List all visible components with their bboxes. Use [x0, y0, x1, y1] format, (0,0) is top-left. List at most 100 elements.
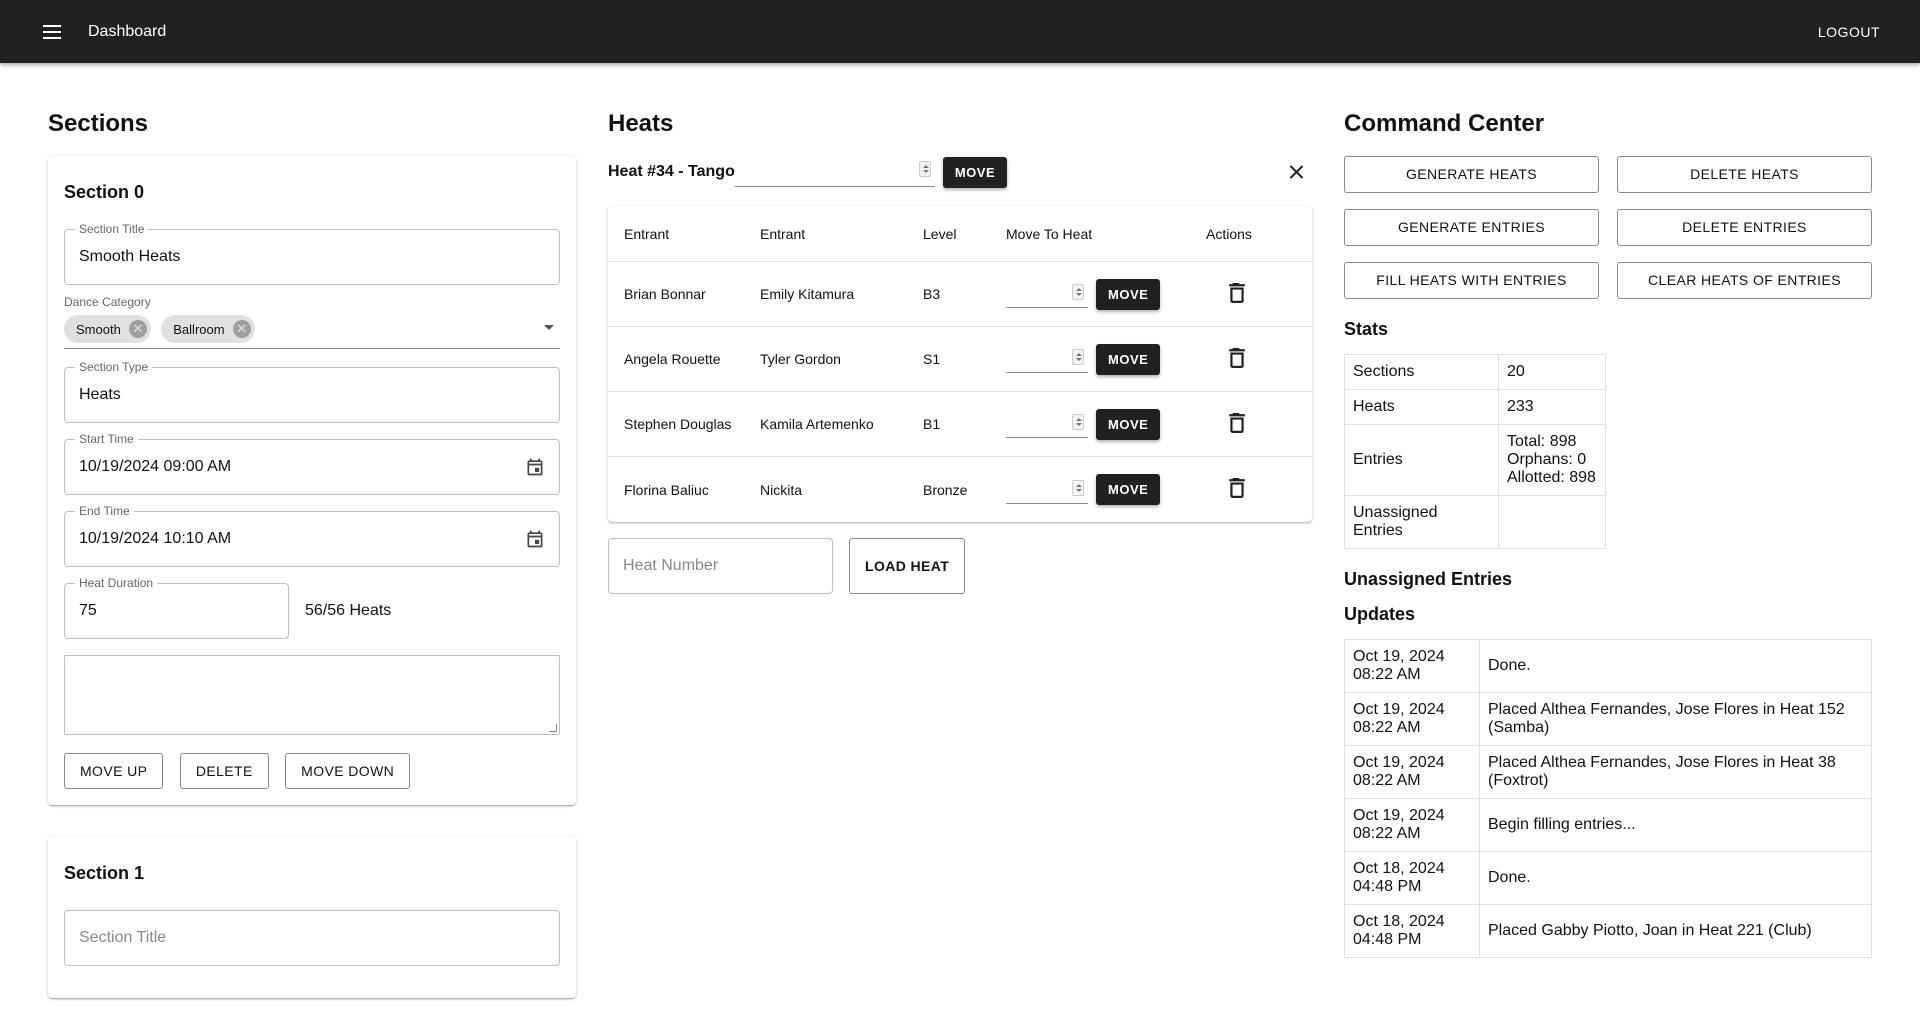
move-to-heat-input[interactable]: [1006, 410, 1088, 438]
actions-cell: [1206, 347, 1312, 371]
logout-button[interactable]: LOGOUT: [1818, 24, 1880, 40]
heats-count: 56/56 Heats: [305, 602, 392, 619]
delete-button[interactable]: DELETE: [179, 753, 269, 789]
table-row: Florina Baliuc Nickita Bronze MOVE: [608, 457, 1312, 522]
load-heat-button[interactable]: LOAD HEAT: [849, 538, 966, 594]
load-heat-row: Heat Number LOAD HEAT: [608, 538, 1312, 594]
section-heading: Section 1: [64, 863, 145, 883]
section-title-placeholder: Section Title: [79, 929, 167, 946]
chip-remove-icon[interactable]: ✕: [232, 320, 251, 338]
entrant-2: Tyler Gordon: [760, 351, 841, 367]
entrant-2: Nickita: [760, 481, 803, 498]
trash-icon[interactable]: [1229, 412, 1245, 433]
update-time: 04:48 PM: [1353, 878, 1422, 895]
column-header: Move To Heat: [1006, 225, 1093, 242]
entrant-2: Kamila Artemenko: [760, 416, 874, 432]
move-entry-button[interactable]: MOVE: [1096, 343, 1161, 375]
update-message: Done.: [1479, 639, 1872, 693]
move-up-button[interactable]: MOVE UP: [64, 753, 164, 789]
stats-title: Stats: [1344, 319, 1389, 339]
level: B1: [923, 416, 941, 432]
update-time: 08:22 AM: [1353, 772, 1421, 789]
move-to-heat-cell: MOVE: [1006, 278, 1206, 310]
calendar-icon[interactable]: [525, 529, 545, 549]
generate-entries-button[interactable]: GENERATE ENTRIES: [1344, 209, 1599, 246]
section-type-field[interactable]: Section Type Heats: [64, 360, 560, 423]
move-entry-button[interactable]: MOVE: [1096, 474, 1161, 505]
start-time-value: 10/19/2024 09:00 AM: [79, 458, 232, 475]
stat-value: 20: [1498, 354, 1606, 390]
move-to-heat-input[interactable]: [1006, 280, 1088, 308]
move-heat-button[interactable]: MOVE: [942, 156, 1008, 188]
calendar-icon[interactable]: [525, 457, 545, 477]
spinner-icon[interactable]: [1072, 479, 1084, 496]
close-icon[interactable]: [1280, 156, 1312, 188]
heat-move-input[interactable]: [734, 157, 935, 187]
spinner-icon[interactable]: [918, 161, 931, 177]
move-to-heat-input[interactable]: [1006, 345, 1088, 373]
heat-duration-field[interactable]: Heat Duration 75: [64, 576, 289, 639]
move-down-button[interactable]: MOVE DOWN: [285, 753, 411, 789]
move-to-heat-input[interactable]: [1006, 476, 1088, 504]
heats-column: Heats Heat #34 - Tango MOVE Entrant Entr…: [608, 63, 1312, 594]
generate-heats-button[interactable]: GENERATE HEATS: [1344, 156, 1599, 193]
table-row: Oct 18, 2024 04:48 PM Done.: [1344, 851, 1872, 905]
end-time-label: End Time: [75, 504, 134, 518]
actions-cell: [1206, 412, 1312, 436]
section-title-label: Section Title: [75, 222, 149, 236]
table-row: Unassigned Entries: [1344, 495, 1606, 549]
unassigned-entries-title: Unassigned Entries: [1344, 569, 1513, 589]
section-card: Section 1 Section Title: [48, 837, 576, 998]
trash-icon[interactable]: [1229, 347, 1245, 368]
delete-entries-button[interactable]: DELETE ENTRIES: [1617, 209, 1872, 246]
trash-icon[interactable]: [1229, 478, 1245, 498]
command-center-column: Command Center GENERATE HEATS DELETE HEA…: [1344, 63, 1872, 958]
move-entry-button[interactable]: MOVE: [1096, 278, 1161, 310]
entrant-1: Brian Bonnar: [624, 286, 706, 302]
table-row: Sections 20: [1344, 354, 1606, 390]
section-type-label: Section Type: [75, 360, 153, 374]
table-row: Oct 19, 2024 08:22 AM Placed Althea Ferna…: [1344, 692, 1872, 746]
notes-textarea[interactable]: [64, 655, 560, 735]
fill-heats-button[interactable]: FILL HEATS WITH ENTRIES: [1344, 262, 1599, 299]
table-row: Entries Total: 898 Orphans: 0 Allotted: …: [1344, 424, 1606, 496]
trash-icon[interactable]: [1229, 282, 1245, 303]
dance-category-select[interactable]: Dance Category Smooth ✕ Ballroom ✕: [64, 295, 560, 349]
table-row: Angela Rouette Tyler Gordon S1 MOVE: [608, 327, 1312, 392]
spinner-icon[interactable]: [1072, 349, 1084, 365]
main-content: Sections Section 0 Section Title Smooth …: [0, 63, 1920, 998]
update-datetime: Oct 19, 2024 08:22 AM: [1344, 798, 1480, 852]
end-time-field[interactable]: End Time 10/19/2024 10:10 AM: [64, 504, 560, 567]
section-title-field[interactable]: Section Title: [64, 910, 560, 966]
stats-table: Sections 20 Heats 233 Entries Total: 898…: [1344, 354, 1606, 549]
spinner-icon[interactable]: [1072, 284, 1084, 300]
column-header: Actions: [1206, 225, 1252, 242]
updates-table: Oct 19, 2024 08:22 AM Done. Oct 19, 2024 0…: [1344, 639, 1872, 958]
menu-icon[interactable]: [40, 20, 64, 44]
heat-duration-value: 75: [79, 602, 97, 619]
table-row: Oct 18, 2024 04:48 PM Placed Gabby Piotto…: [1344, 904, 1872, 958]
spinner-icon[interactable]: [1072, 414, 1084, 430]
update-datetime: Oct 18, 2024 04:48 PM: [1344, 904, 1480, 958]
section-title-field[interactable]: Section Title Smooth Heats: [64, 222, 560, 285]
chip-remove-icon[interactable]: ✕: [128, 320, 147, 338]
section-heading: Section 0: [64, 182, 145, 202]
delete-heats-button[interactable]: DELETE HEATS: [1617, 156, 1872, 193]
heat-number-placeholder: Heat Number: [623, 557, 719, 574]
entrant-1: Stephen Douglas: [624, 416, 732, 432]
dropdown-arrow-icon[interactable]: [544, 325, 554, 330]
stat-key: Sections: [1344, 354, 1499, 390]
table-header-row: Entrant Entrant Level Move To Heat Actio…: [608, 206, 1312, 262]
update-message: Placed Althea Fernandes, Jose Flores in …: [1479, 745, 1872, 799]
sections-column: Sections Section 0 Section Title Smooth …: [48, 63, 576, 1030]
actions-cell: [1206, 282, 1312, 306]
clear-heats-button[interactable]: CLEAR HEATS OF ENTRIES: [1617, 262, 1872, 299]
command-center-title: Command Center: [1344, 110, 1545, 137]
command-buttons: GENERATE HEATS DELETE HEATS GENERATE ENT…: [1344, 156, 1872, 299]
resize-grip-icon[interactable]: [549, 724, 557, 732]
start-time-field[interactable]: Start Time 10/19/2024 09:00 AM: [64, 432, 560, 495]
update-date: Oct 19, 2024: [1353, 648, 1445, 665]
move-entry-button[interactable]: MOVE: [1096, 408, 1161, 440]
update-message: Begin filling entries...: [1479, 798, 1872, 852]
heat-number-input[interactable]: Heat Number: [608, 538, 833, 594]
